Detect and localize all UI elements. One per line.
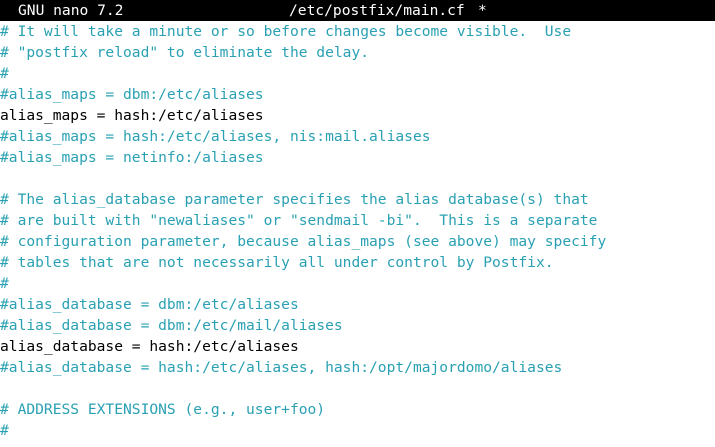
- comment-line[interactable]: # are built with "newaliases" or "sendma…: [0, 210, 715, 231]
- comment-line[interactable]: # The alias_database parameter specifies…: [0, 189, 715, 210]
- comment-line[interactable]: # ADDRESS EXTENSIONS (e.g., user+foo): [0, 399, 715, 420]
- comment-line[interactable]: #alias_maps = netinfo:/aliases: [0, 147, 715, 168]
- comment-line[interactable]: #: [0, 420, 715, 441]
- nano-title-bar: GNU nano 7.2 /etc/postfix/main.cf *: [0, 0, 715, 21]
- config-line[interactable]: alias_database = hash:/etc/aliases: [0, 336, 715, 357]
- comment-line[interactable]: # tables that are not necessarily all un…: [0, 252, 715, 273]
- blank-line[interactable]: [0, 168, 715, 189]
- editor-text-area[interactable]: # It will take a minute or so before cha…: [0, 21, 715, 441]
- nano-version-label: GNU nano 7.2: [18, 2, 124, 19]
- comment-line[interactable]: # It will take a minute or so before cha…: [0, 21, 715, 42]
- comment-line[interactable]: #alias_maps = dbm:/etc/aliases: [0, 84, 715, 105]
- comment-line[interactable]: #alias_maps = hash:/etc/aliases, nis:mai…: [0, 126, 715, 147]
- file-path-label: /etc/postfix/main.cf: [289, 2, 465, 19]
- blank-line[interactable]: [0, 378, 715, 399]
- comment-line[interactable]: # configuration parameter, because alias…: [0, 231, 715, 252]
- terminal-window: GNU nano 7.2 /etc/postfix/main.cf * # It…: [0, 0, 715, 447]
- comment-line[interactable]: #: [0, 273, 715, 294]
- comment-line[interactable]: #alias_database = hash:/etc/aliases, has…: [0, 357, 715, 378]
- comment-line[interactable]: #alias_database = dbm:/etc/aliases: [0, 294, 715, 315]
- modified-indicator: *: [478, 2, 487, 19]
- config-line[interactable]: alias_maps = hash:/etc/aliases: [0, 105, 715, 126]
- comment-line[interactable]: #alias_database = dbm:/etc/mail/aliases: [0, 315, 715, 336]
- comment-line[interactable]: #: [0, 63, 715, 84]
- comment-line[interactable]: # "postfix reload" to eliminate the dela…: [0, 42, 715, 63]
